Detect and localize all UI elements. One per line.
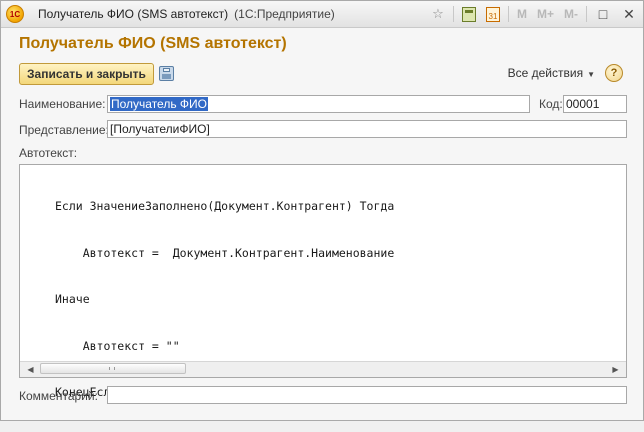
all-actions-label: Все действия xyxy=(507,66,584,80)
app-logo-icon[interactable]: 1С xyxy=(6,5,24,23)
dropdown-arrow-icon: ▼ xyxy=(587,70,595,79)
form-title: Получатель ФИО (SMS автотекст) xyxy=(19,35,287,52)
app-window: 1С Получатель ФИО (SMS автотекст) (1С:Пре… xyxy=(0,0,644,421)
code-line: Автотекст = Документ.Контрагент.Наименов… xyxy=(55,245,395,260)
window-title-text: Получатель ФИО (SMS автотекст) xyxy=(38,7,229,21)
code-field[interactable]: 00001 xyxy=(563,95,627,113)
code-label: Код: xyxy=(539,97,563,111)
code-line: Если ЗначениеЗаполнено(Документ.Контраге… xyxy=(55,199,395,213)
memory-m-button[interactable]: M xyxy=(515,5,529,23)
comment-field[interactable] xyxy=(107,386,627,404)
form-toolbar: Записать и закрыть Все действия ▼ ? xyxy=(19,63,625,85)
save-and-close-button[interactable]: Записать и закрыть xyxy=(19,63,154,85)
help-icon[interactable]: ? xyxy=(605,64,623,82)
save-disk-icon[interactable] xyxy=(159,66,174,81)
name-field[interactable]: Получатель ФИО xyxy=(107,95,530,113)
representation-label: Представление: xyxy=(19,123,109,137)
title-bar: 1С Получатель ФИО (SMS автотекст) (1С:Пре… xyxy=(1,1,643,28)
name-field-value: Получатель ФИО xyxy=(110,97,209,111)
scroll-left-arrow-icon[interactable]: ◀ xyxy=(23,362,38,376)
calculator-icon[interactable] xyxy=(460,5,478,23)
code-line: Иначе xyxy=(55,292,90,306)
maximize-button[interactable]: □ xyxy=(593,5,613,23)
scroll-right-arrow-icon[interactable]: ▶ xyxy=(608,362,623,376)
memory-plus-button[interactable]: M+ xyxy=(535,5,556,23)
calendar-icon[interactable]: 31 xyxy=(484,5,502,23)
name-label: Наименование: xyxy=(19,97,106,111)
all-actions-menu[interactable]: Все действия ▼ xyxy=(508,66,595,80)
code-line: Автотекст = "" xyxy=(55,338,180,353)
close-button[interactable]: ✕ xyxy=(619,5,639,23)
autotext-code-editor[interactable]: Если ЗначениеЗаполнено(Документ.Контраге… xyxy=(19,164,627,399)
scrollbar-thumb[interactable] xyxy=(40,363,186,374)
horizontal-scrollbar[interactable]: ◀ ▶ xyxy=(20,361,626,377)
divider xyxy=(452,6,454,22)
divider xyxy=(507,6,509,22)
favorites-star-icon[interactable]: ☆ xyxy=(429,5,447,23)
memory-minus-button[interactable]: M- xyxy=(562,5,580,23)
divider xyxy=(586,6,587,22)
comment-label: Комментарий: xyxy=(19,389,98,403)
representation-field[interactable]: [ПолучателиФИО] xyxy=(107,120,627,138)
autotext-label: Автотекст: xyxy=(19,146,78,160)
window-title: Получатель ФИО (SMS автотекст) (1С:Предпр… xyxy=(38,7,335,21)
title-toolbar: ☆ 31 M M+ M- □ ✕ xyxy=(423,1,643,27)
window-app-name: (1С:Предприятие) xyxy=(234,7,335,21)
